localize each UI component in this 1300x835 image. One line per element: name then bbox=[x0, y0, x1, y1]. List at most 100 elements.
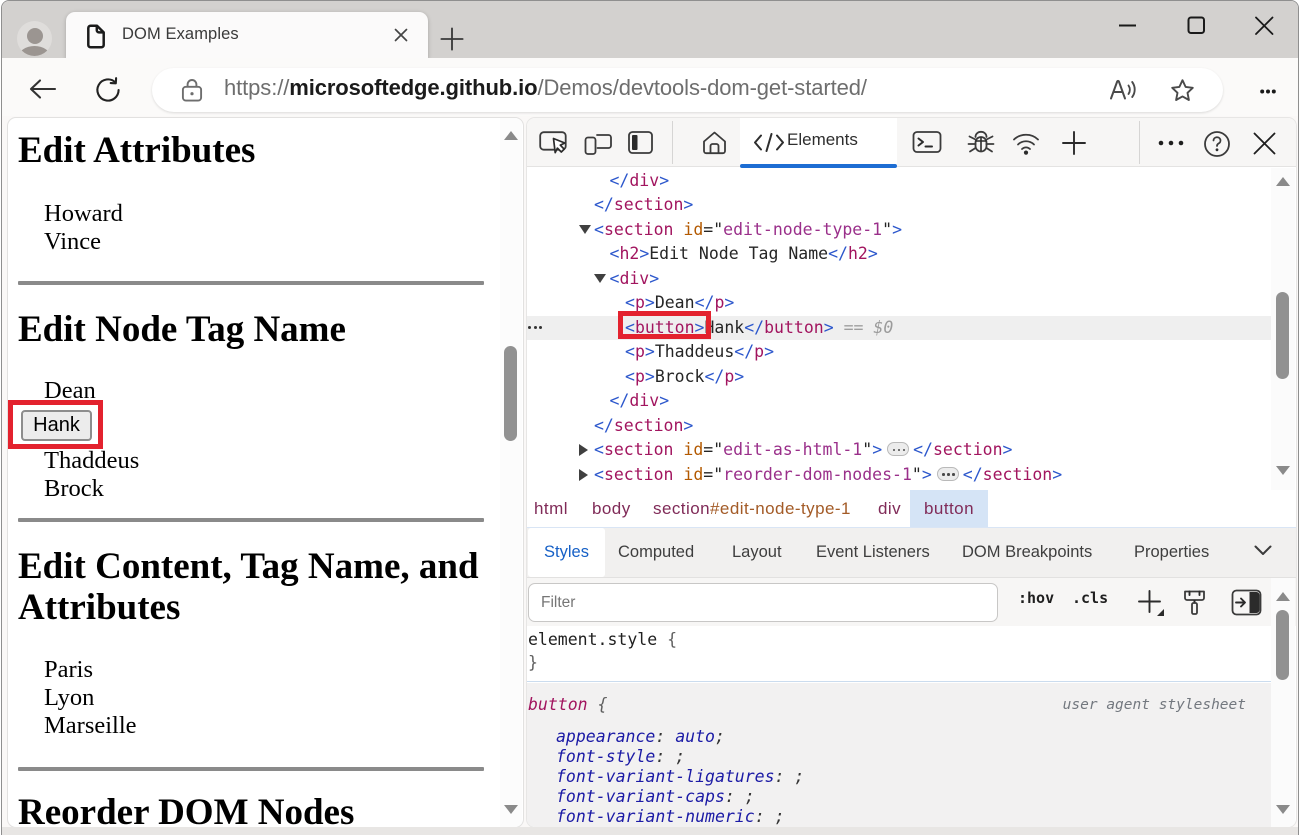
page-panel: Edit Attributes Howard Vince Edit Node T… bbox=[7, 117, 524, 828]
dom-row-markup: </div> bbox=[610, 169, 670, 194]
url-host: microsoftedge.github.io bbox=[289, 75, 537, 100]
url-text[interactable]: https://microsoftedge.github.io/Demos/de… bbox=[224, 75, 867, 101]
tab-close-icon[interactable] bbox=[394, 28, 408, 42]
dom-tree-row[interactable]: <button>Hank</button> == $0 bbox=[527, 316, 1272, 341]
code-brackets-icon bbox=[753, 133, 785, 152]
back-icon[interactable] bbox=[29, 79, 57, 99]
dom-tree-row[interactable]: </div> bbox=[527, 389, 1272, 414]
scroll-thumb[interactable] bbox=[1276, 610, 1289, 680]
lock-icon[interactable] bbox=[180, 78, 204, 103]
breadcrumb-section[interactable]: section#edit-node-type-1 bbox=[653, 490, 851, 527]
profile-avatar[interactable] bbox=[17, 21, 52, 56]
sidebar-toggle-icon[interactable] bbox=[1231, 589, 1262, 616]
scroll-up-arrow[interactable] bbox=[1276, 177, 1290, 186]
user-agent-style-rule[interactable]: button { user agent stylesheet appearanc… bbox=[527, 683, 1274, 828]
dom-tree-row[interactable]: </section> bbox=[527, 414, 1272, 439]
page-heading-edit-attributes: Edit Attributes bbox=[18, 130, 255, 171]
settings-ellipsis-icon[interactable] bbox=[1260, 89, 1276, 94]
bug-icon[interactable] bbox=[966, 130, 996, 158]
wifi-icon[interactable] bbox=[1012, 132, 1040, 155]
tab-elements[interactable]: Elements bbox=[740, 118, 897, 167]
horizontal-rule bbox=[18, 281, 484, 285]
expander-expanded-icon[interactable] bbox=[579, 225, 591, 234]
row-actions-ellipsis-icon[interactable] bbox=[528, 326, 544, 330]
reload-icon[interactable] bbox=[95, 77, 121, 103]
page-scrollbar[interactable] bbox=[500, 118, 522, 827]
scroll-down-arrow[interactable] bbox=[504, 805, 518, 814]
new-style-rule-icon[interactable] bbox=[1136, 588, 1166, 618]
scroll-thumb[interactable] bbox=[504, 346, 517, 441]
scroll-up-arrow[interactable] bbox=[1276, 592, 1290, 601]
star-icon[interactable] bbox=[1170, 78, 1195, 102]
expander-collapsed-icon[interactable] bbox=[579, 444, 588, 456]
device-emulation-icon[interactable] bbox=[583, 130, 613, 156]
pseudo-class-toggle[interactable]: :hov bbox=[1018, 589, 1054, 607]
styles-scrollbar[interactable] bbox=[1271, 578, 1295, 828]
dom-row-markup: <section id="edit-node-type-1"> bbox=[594, 218, 902, 243]
avatar-head bbox=[27, 28, 43, 44]
filter-input[interactable] bbox=[528, 583, 998, 622]
breadcrumb-div[interactable]: div bbox=[878, 490, 901, 527]
browser-tab[interactable]: DOM Examples bbox=[66, 12, 428, 59]
dom-tree-row[interactable]: <p>Thaddeus</p> bbox=[527, 340, 1272, 365]
minimize-icon[interactable] bbox=[1098, 1, 1156, 51]
dom-tree-row[interactable]: <section id="edit-node-type-1"> bbox=[527, 218, 1272, 243]
console-icon[interactable] bbox=[912, 130, 942, 156]
collapsed-content-ellipsis-icon[interactable] bbox=[887, 442, 909, 456]
read-aloud-icon[interactable] bbox=[1109, 77, 1139, 103]
address-bar[interactable]: https://microsoftedge.github.io/Demos/de… bbox=[152, 68, 1223, 112]
window-close-icon[interactable] bbox=[1235, 1, 1293, 51]
dom-tree-row[interactable]: <p>Brock</p> bbox=[527, 365, 1272, 390]
breadcrumb-html[interactable]: html bbox=[534, 490, 568, 527]
tab-properties[interactable]: Properties bbox=[1134, 528, 1209, 577]
tab-event-listeners[interactable]: Event Listeners bbox=[816, 528, 930, 577]
dom-tree-row[interactable]: <section id="reorder-dom-nodes-1"></sect… bbox=[527, 463, 1272, 488]
breadcrumb-button[interactable]: button bbox=[910, 490, 988, 527]
dom-tree-row[interactable]: <div> bbox=[527, 267, 1272, 292]
dock-side-icon[interactable] bbox=[627, 130, 655, 156]
tab-layout[interactable]: Layout bbox=[732, 528, 782, 577]
inspect-icon[interactable] bbox=[539, 130, 569, 156]
tab-elements-label: Elements bbox=[787, 130, 858, 150]
expander-expanded-icon[interactable] bbox=[594, 274, 606, 283]
toolbar-separator bbox=[1139, 121, 1140, 164]
tab-styles[interactable]: Styles bbox=[528, 528, 605, 577]
breadcrumb-body[interactable]: body bbox=[592, 490, 631, 527]
new-tab-icon[interactable] bbox=[440, 27, 464, 51]
dom-row-markup: <section id="reorder-dom-nodes-1"></sect… bbox=[594, 463, 1062, 488]
dom-tree-row[interactable]: </div> bbox=[527, 169, 1272, 194]
help-icon[interactable] bbox=[1203, 130, 1231, 158]
dom-row-markup: <p>Thaddeus</p> bbox=[625, 340, 774, 365]
devtools-close-icon[interactable] bbox=[1251, 130, 1278, 157]
toolbar-separator bbox=[672, 121, 673, 164]
scroll-down-arrow[interactable] bbox=[1276, 805, 1290, 814]
rendering-brush-icon[interactable] bbox=[1183, 589, 1206, 616]
content-area: Edit Attributes Howard Vince Edit Node T… bbox=[2, 116, 1298, 835]
element-class-toggle[interactable]: .cls bbox=[1072, 589, 1108, 607]
dom-tree-scrollbar[interactable] bbox=[1271, 168, 1295, 490]
page-name-vince: Vince bbox=[44, 228, 101, 256]
stylesheet-origin-label: user agent stylesheet bbox=[1063, 697, 1246, 713]
dom-tree-row[interactable]: <section id="edit-as-html-1"></section> bbox=[527, 438, 1272, 463]
expander-collapsed-icon[interactable] bbox=[579, 469, 588, 481]
chevron-down-icon[interactable] bbox=[1254, 545, 1272, 556]
more-options-icon[interactable] bbox=[1157, 140, 1185, 146]
scroll-up-arrow[interactable] bbox=[504, 131, 518, 140]
maximize-icon[interactable] bbox=[1167, 1, 1225, 51]
tab-computed[interactable]: Computed bbox=[618, 528, 694, 577]
tab-dom-breakpoints[interactable]: DOM Breakpoints bbox=[962, 528, 1092, 577]
scroll-down-arrow[interactable] bbox=[1276, 466, 1290, 475]
home-icon[interactable] bbox=[701, 130, 728, 156]
collapsed-content-ellipsis-icon[interactable] bbox=[937, 467, 959, 481]
horizontal-rule bbox=[18, 767, 484, 771]
element-style-rule[interactable]: element.style { } bbox=[527, 626, 1274, 682]
dom-row-markup: <section id="edit-as-html-1"></section> bbox=[594, 438, 1012, 463]
dom-tree-row[interactable]: </section> bbox=[527, 193, 1272, 218]
scroll-thumb[interactable] bbox=[1276, 292, 1289, 379]
more-tools-plus-icon[interactable] bbox=[1060, 130, 1088, 156]
dom-tree-row[interactable]: <h2>Edit Node Tag Name</h2> bbox=[527, 242, 1272, 267]
page-name-paris: Paris bbox=[44, 656, 93, 684]
annotation-red-box-dom bbox=[618, 311, 711, 339]
dom-row-markup: <h2>Edit Node Tag Name</h2> bbox=[610, 242, 878, 267]
ua-rule-selector: button bbox=[528, 695, 588, 714]
